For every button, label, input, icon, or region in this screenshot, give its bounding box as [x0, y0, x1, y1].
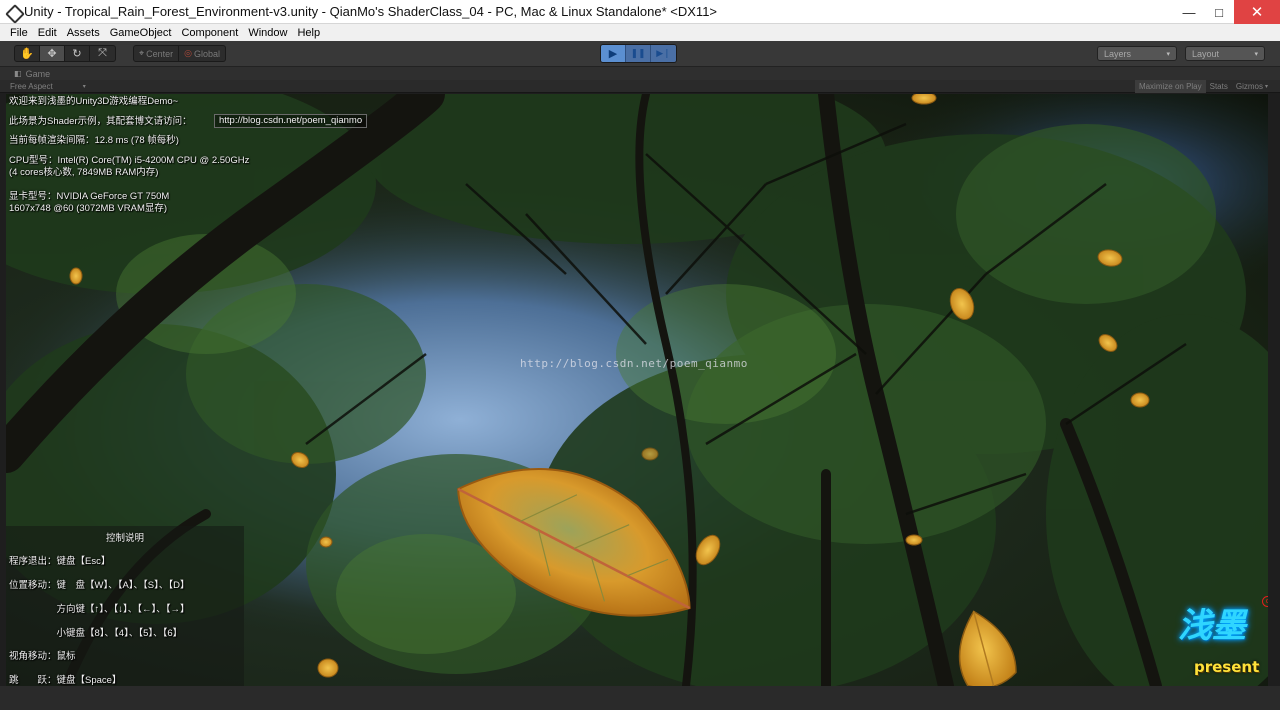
- minimize-button[interactable]: —: [1174, 0, 1204, 24]
- title-bar: Unity - Tropical_Rain_Forest_Environment…: [0, 0, 1280, 24]
- watermark-text: http://blog.csdn.net/poem_qianmo: [520, 357, 748, 370]
- stats-toggle[interactable]: Stats: [1206, 80, 1232, 93]
- frame-time-text: 当前每帧渲染间隔：12.8 ms (78 帧每秒): [9, 135, 179, 146]
- main-toolbar: ✋ ✥ ↻ ⤧ ⌖ Center ◎ Global ▶ ❚❚ ▶❘ Layers…: [0, 41, 1280, 67]
- menu-edit[interactable]: Edit: [33, 27, 62, 39]
- control-move-arrows: 方向键【↑】、【↓】、【←】、【→】: [9, 604, 190, 615]
- example-text: 此场景为Shader示例，其配套博文请访问：: [9, 116, 192, 127]
- resolution-text: 1607x748 @60 (3072MB VRAM显存): [9, 203, 168, 214]
- maximize-button[interactable]: □: [1204, 0, 1234, 24]
- menu-assets[interactable]: Assets: [62, 27, 105, 39]
- pivot-global-label: Global: [193, 48, 220, 59]
- game-tab-bar: ◧ Game: [0, 67, 1280, 80]
- pivot-center-icon: ⌖: [139, 48, 145, 58]
- play-icon[interactable]: ▶: [601, 45, 626, 62]
- pivot-global-icon: ◎: [184, 48, 192, 58]
- step-icon[interactable]: ▶❘: [651, 45, 676, 62]
- pivot-center-label: Center: [146, 48, 174, 59]
- chevron-down-icon: ▾: [1166, 50, 1170, 58]
- pivot-center-button[interactable]: ⌖ Center: [133, 45, 180, 62]
- pivot-toggles: ⌖ Center ◎ Global: [133, 45, 226, 62]
- window-controls: — □ ✕: [1174, 0, 1280, 24]
- menu-help[interactable]: Help: [292, 27, 325, 39]
- maximize-on-play-toggle[interactable]: Maximize on Play: [1134, 80, 1206, 93]
- move-icon[interactable]: ✥: [40, 46, 65, 61]
- layout-label: Layout: [1192, 48, 1220, 59]
- bottom-status-bar: [0, 686, 1280, 710]
- gpu-info-text: 显卡型号：NVIDIA GeForce GT 750M: [9, 191, 170, 202]
- tab-game[interactable]: ◧ Game: [8, 67, 58, 80]
- logo-en-text: present: [1194, 658, 1260, 676]
- menu-gameobject[interactable]: GameObject: [105, 27, 177, 39]
- blog-url-field[interactable]: http://blog.csdn.net/poem_qianmo: [214, 114, 368, 128]
- welcome-text: 欢迎来到浅墨的Unity3D游戏编程Demo~: [9, 96, 179, 107]
- aspect-label: Free Aspect: [10, 82, 53, 91]
- gizmos-label: Gizmos: [1235, 82, 1263, 91]
- play-controls: ▶ ❚❚ ▶❘: [600, 44, 677, 63]
- game-view-toolbar: Free Aspect ▾ Maximize on Play Stats Giz…: [0, 80, 1280, 93]
- game-view-icon: ◧: [14, 69, 22, 78]
- aspect-dropdown[interactable]: Free Aspect ▾: [10, 80, 86, 93]
- window-title: Unity - Tropical_Rain_Forest_Environment…: [24, 4, 718, 19]
- logo-cn-text: 浅墨: [1178, 606, 1246, 646]
- close-button[interactable]: ✕: [1234, 0, 1280, 24]
- unity-logo-icon: [6, 5, 20, 19]
- control-move-numpad: 小键盘【8】、【4】、【5】、【6】: [9, 628, 183, 639]
- qianmo-logo: 浅墨 present c: [1178, 596, 1268, 682]
- controls-title: 控制说明: [105, 533, 144, 544]
- game-view-options: Maximize on Play Stats Gizmos ▾: [1134, 80, 1272, 93]
- layers-label: Layers: [1104, 48, 1132, 59]
- hand-icon[interactable]: ✋: [15, 46, 40, 61]
- control-exit: 程序退出：键盘【Esc】: [9, 556, 111, 567]
- pivot-global-button[interactable]: ◎ Global: [179, 45, 226, 62]
- menu-file[interactable]: File: [5, 27, 33, 39]
- chevron-down-icon: ▾: [1264, 84, 1268, 90]
- copyright-icon: c: [1262, 596, 1268, 607]
- cpu-info-text: CPU型号：Intel(R) Core(TM) i5-4200M CPU @ 2…: [9, 155, 250, 166]
- gizmos-dropdown[interactable]: Gizmos ▾: [1232, 80, 1272, 93]
- cpu-cores-text: (4 cores核心数, 7849MB RAM内存): [9, 167, 159, 178]
- control-view: 视角移动：鼠标: [9, 651, 76, 662]
- chevron-down-icon: ▾: [82, 84, 86, 90]
- transform-tools: ✋ ✥ ↻ ⤧: [14, 45, 116, 62]
- menu-bar: File Edit Assets GameObject Component Wi…: [0, 24, 1280, 41]
- menu-component[interactable]: Component: [176, 27, 243, 39]
- menu-window[interactable]: Window: [243, 27, 292, 39]
- pause-icon[interactable]: ❚❚: [626, 45, 651, 62]
- controls-help-panel: 控制说明 程序退出：键盘【Esc】 位置移动：键 盘【W】、【A】、【S】、【D…: [6, 526, 244, 686]
- layout-dropdown[interactable]: Layout ▾: [1185, 46, 1265, 61]
- scale-icon[interactable]: ⤧: [90, 46, 115, 61]
- chevron-down-icon: ▾: [1254, 50, 1258, 58]
- layers-dropdown[interactable]: Layers ▾: [1097, 46, 1177, 61]
- tab-game-label: Game: [25, 68, 51, 79]
- control-move-keys: 位置移动：键 盘【W】、【A】、【S】、【D】: [9, 580, 190, 591]
- rotate-icon[interactable]: ↻: [65, 46, 90, 61]
- control-jump: 跳 跃：键盘【Space】: [9, 675, 122, 686]
- game-view[interactable]: 欢迎来到浅墨的Unity3D游戏编程Demo~ 此场景为Shader示例，其配套…: [6, 94, 1268, 686]
